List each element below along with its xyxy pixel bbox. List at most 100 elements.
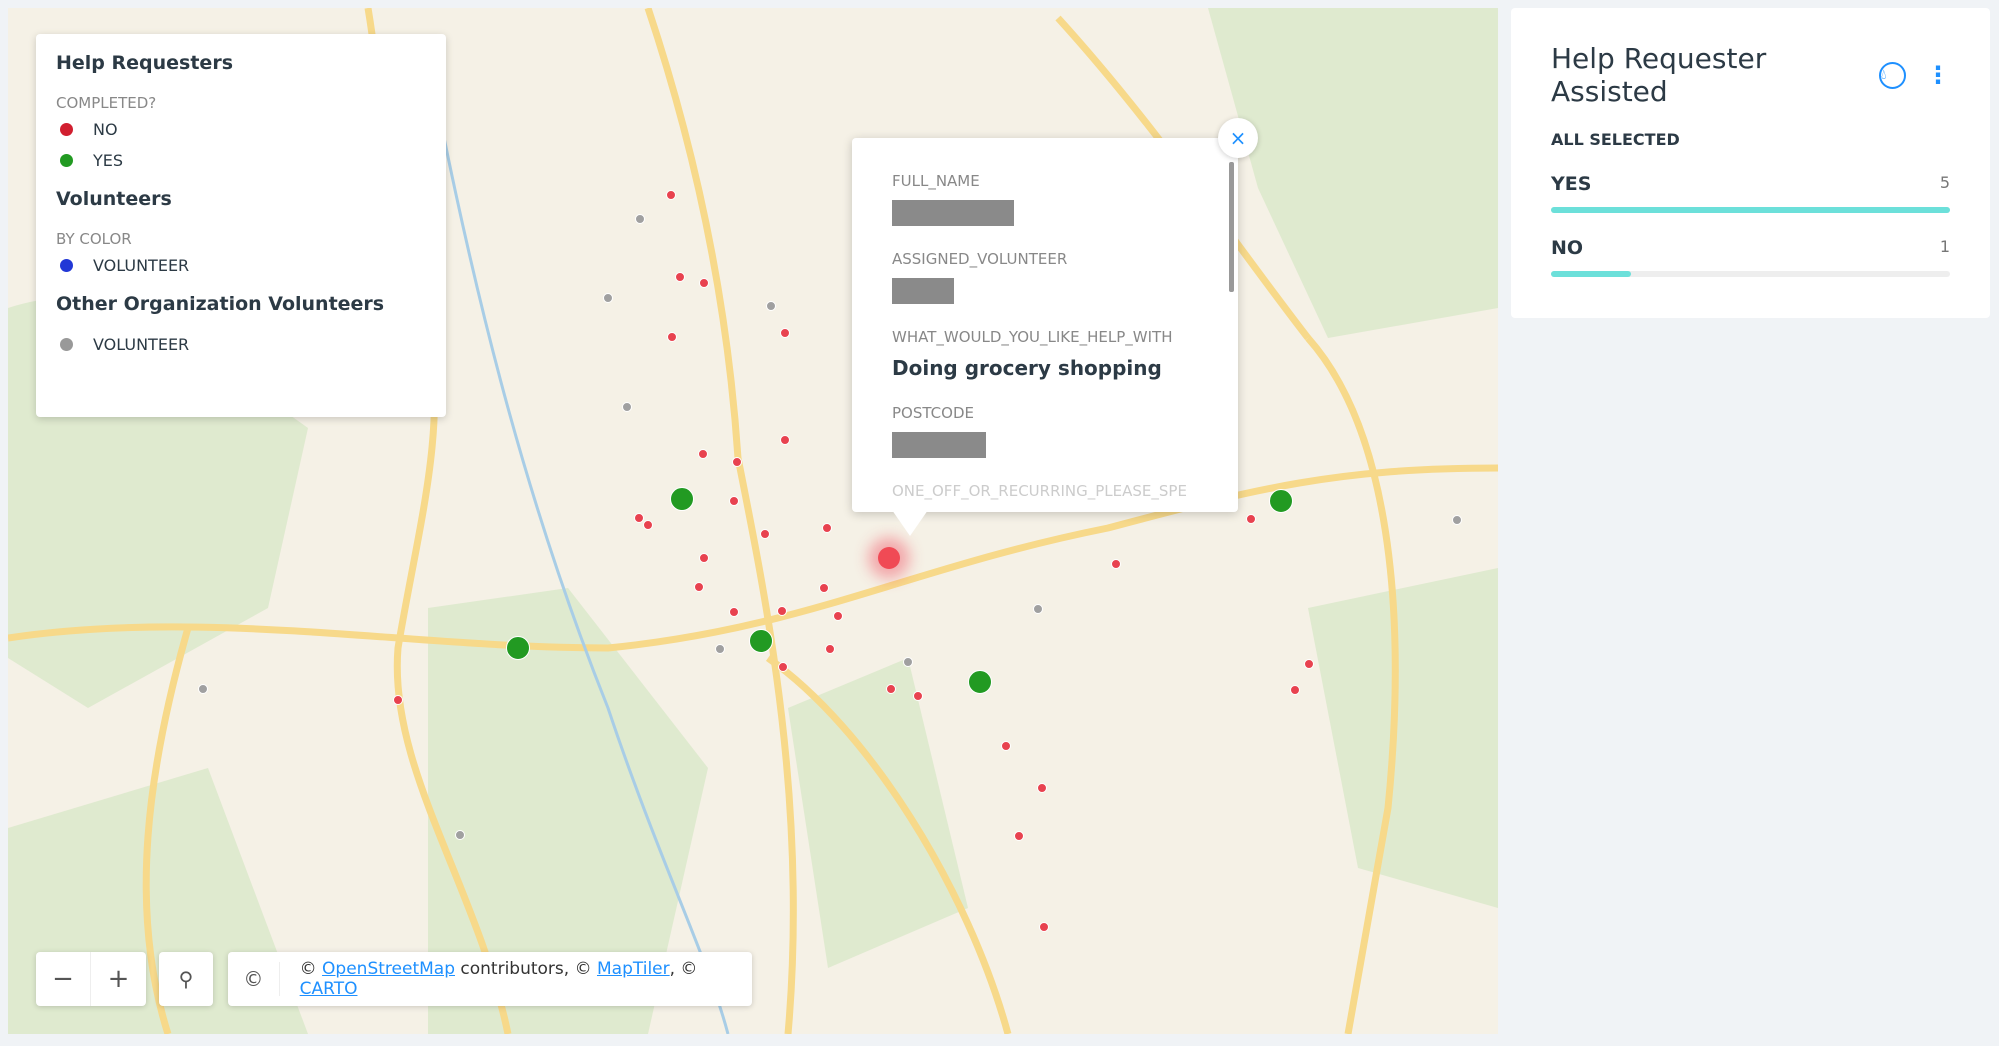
category-bar-fill: [1551, 271, 1631, 277]
requester-marker-no[interactable]: [778, 662, 788, 672]
legend-item-label: VOLUNTEER: [93, 256, 189, 275]
requester-marker-no[interactable]: [822, 523, 832, 533]
requester-marker-no[interactable]: [699, 553, 709, 563]
requester-marker-no[interactable]: [825, 644, 835, 654]
requester-marker-no[interactable]: [1246, 514, 1256, 524]
requester-marker-no[interactable]: [675, 272, 685, 282]
search-button[interactable]: ⚲: [159, 952, 213, 1006]
legend-dot-icon: [60, 338, 73, 351]
requester-marker-no[interactable]: [1039, 922, 1049, 932]
selection-status: ALL SELECTED: [1551, 130, 1950, 149]
requester-marker-no[interactable]: [1001, 741, 1011, 751]
other-volunteer-marker[interactable]: [198, 684, 208, 694]
requester-marker-no[interactable]: [732, 457, 742, 467]
popup-close-button[interactable]: ×: [1218, 118, 1258, 158]
attribution-text: © OpenStreetMap contributors, © MapTiler…: [280, 959, 752, 999]
close-icon: ×: [1230, 126, 1247, 150]
requester-marker-no[interactable]: [1304, 659, 1314, 669]
requester-marker-yes[interactable]: [749, 629, 773, 653]
legend-section-title: Help Requesters: [56, 52, 426, 74]
category-label: NO: [1551, 237, 1583, 259]
droplet-icon: 💧︎: [1881, 67, 1904, 83]
legend-item-label: YES: [93, 151, 123, 170]
other-volunteer-marker[interactable]: [622, 402, 632, 412]
requester-marker-no[interactable]: [780, 435, 790, 445]
widget-title: Help Requester Assisted: [1551, 42, 1879, 108]
legend-section-title: Other Organization Volunteers: [56, 293, 426, 315]
attribution-bar: © © OpenStreetMap contributors, © MapTil…: [228, 952, 752, 1006]
popup-pointer: [892, 510, 928, 536]
other-volunteer-marker[interactable]: [635, 214, 645, 224]
requester-marker-yes[interactable]: [1269, 489, 1293, 513]
other-volunteer-marker[interactable]: [1452, 515, 1462, 525]
zoom-in-button[interactable]: +: [91, 952, 146, 1006]
popup-scrollbar[interactable]: [1229, 162, 1234, 292]
category-row[interactable]: YES5: [1551, 173, 1950, 213]
category-count: 1: [1940, 237, 1950, 259]
requester-marker-no[interactable]: [643, 520, 653, 530]
requester-marker-no[interactable]: [667, 332, 677, 342]
copyright-toggle[interactable]: ©: [228, 962, 280, 996]
requester-marker-no[interactable]: [666, 190, 676, 200]
map-legend: Help RequestersCOMPLETED?NOYESVolunteers…: [36, 34, 446, 417]
legend-dot-icon: [60, 123, 73, 136]
legend-subtitle: COMPLETED?: [56, 94, 426, 112]
legend-dot-icon: [60, 259, 73, 272]
legend-item-label: VOLUNTEER: [93, 335, 189, 354]
popup-field-key: ONE_OFF_OR_RECURRING_PLEASE_SPE: [892, 482, 1198, 500]
requester-marker-no[interactable]: [729, 496, 739, 506]
requester-marker-yes[interactable]: [670, 487, 694, 511]
other-volunteer-marker[interactable]: [455, 830, 465, 840]
search-icon: ⚲: [159, 952, 213, 1006]
requester-marker-no[interactable]: [777, 606, 787, 616]
requester-marker-no[interactable]: [393, 695, 403, 705]
requester-marker-no[interactable]: [913, 691, 923, 701]
legend-item-label: NO: [93, 120, 118, 139]
zoom-controls: − +: [36, 952, 146, 1006]
other-volunteer-marker[interactable]: [603, 293, 613, 303]
legend-item: VOLUNTEER: [56, 335, 426, 354]
requester-marker-no[interactable]: [1014, 831, 1024, 841]
popup-field-key: POSTCODE: [892, 404, 1198, 422]
legend-item: NO: [56, 120, 426, 139]
more-options-icon[interactable]: ⋮: [1926, 61, 1950, 89]
legend-dot-icon: [60, 154, 73, 167]
category-bar: [1551, 207, 1950, 213]
other-volunteer-marker[interactable]: [903, 657, 913, 667]
requester-marker-no[interactable]: [886, 684, 896, 694]
requester-marker-no[interactable]: [729, 607, 739, 617]
legend-item: VOLUNTEER: [56, 256, 426, 275]
requester-marker-no[interactable]: [819, 583, 829, 593]
requester-marker-no[interactable]: [833, 611, 843, 621]
attribution-sep: , ©: [670, 959, 698, 979]
openstreetmap-link[interactable]: OpenStreetMap: [322, 959, 455, 979]
category-count: 5: [1940, 173, 1950, 195]
requester-marker-no[interactable]: [780, 328, 790, 338]
carto-link[interactable]: CARTO: [300, 979, 358, 999]
category-bar: [1551, 271, 1950, 277]
other-volunteer-marker[interactable]: [715, 644, 725, 654]
category-bar-fill: [1551, 207, 1950, 213]
category-row[interactable]: NO 1: [1551, 237, 1950, 277]
popup-field-key: WHAT_WOULD_YOU_LIKE_HELP_WITH: [892, 328, 1198, 346]
color-by-button[interactable]: 💧︎: [1879, 62, 1906, 89]
requester-marker-no[interactable]: [634, 513, 644, 523]
requester-marker-yes[interactable]: [968, 670, 992, 694]
selected-marker[interactable]: [878, 547, 900, 569]
attribution-prefix: ©: [300, 959, 317, 979]
requester-marker-no[interactable]: [698, 449, 708, 459]
requester-marker-no[interactable]: [699, 278, 709, 288]
maptiler-link[interactable]: MapTiler: [597, 959, 670, 979]
requester-marker-yes[interactable]: [506, 636, 530, 660]
feature-popup: FULL_NAMEASSIGNED_VOLUNTEERWHAT_WOULD_YO…: [852, 138, 1238, 512]
other-volunteer-marker[interactable]: [1033, 604, 1043, 614]
requester-marker-no[interactable]: [694, 582, 704, 592]
requester-marker-no[interactable]: [760, 529, 770, 539]
zoom-out-button[interactable]: −: [36, 952, 91, 1006]
requester-marker-no[interactable]: [1111, 559, 1121, 569]
requester-marker-no[interactable]: [1290, 685, 1300, 695]
other-volunteer-marker[interactable]: [766, 301, 776, 311]
redacted-value: [892, 278, 954, 304]
popup-field-key: ASSIGNED_VOLUNTEER: [892, 250, 1198, 268]
requester-marker-no[interactable]: [1037, 783, 1047, 793]
